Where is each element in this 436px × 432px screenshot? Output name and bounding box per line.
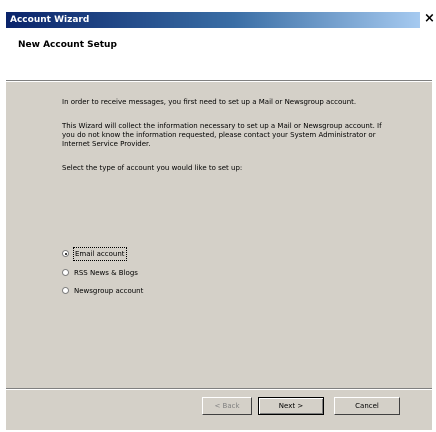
rss-news-label[interactable]: RSS News & Blogs	[74, 267, 138, 279]
close-icon[interactable]: ×	[424, 12, 435, 26]
window-title: Account Wizard	[10, 15, 90, 25]
newsgroup-account-label[interactable]: Newsgroup account	[74, 285, 143, 297]
cancel-button[interactable]: Cancel	[334, 397, 400, 415]
wizard-footer: < Back Next > Cancel	[6, 390, 432, 430]
select-prompt: Select the type of account you would lik…	[62, 164, 243, 172]
wizard-body: In order to receive messages, you first …	[6, 82, 432, 388]
wizard-header: New Account Setup	[6, 28, 432, 80]
intro-paragraph: In order to receive messages, you first …	[62, 98, 357, 106]
radio-selected-icon[interactable]	[62, 250, 69, 257]
title-bar[interactable]: Account Wizard	[6, 12, 420, 28]
email-account-label[interactable]: Email account	[73, 247, 127, 261]
info-paragraph: This Wizard will collect the information…	[62, 122, 382, 148]
radio-icon[interactable]	[62, 287, 69, 294]
radio-icon[interactable]	[62, 269, 69, 276]
next-button[interactable]: Next >	[258, 397, 324, 415]
account-wizard-window: Account Wizard × New Account Setup In or…	[0, 0, 436, 432]
page-title: New Account Setup	[18, 40, 117, 50]
back-button[interactable]: < Back	[202, 397, 252, 415]
